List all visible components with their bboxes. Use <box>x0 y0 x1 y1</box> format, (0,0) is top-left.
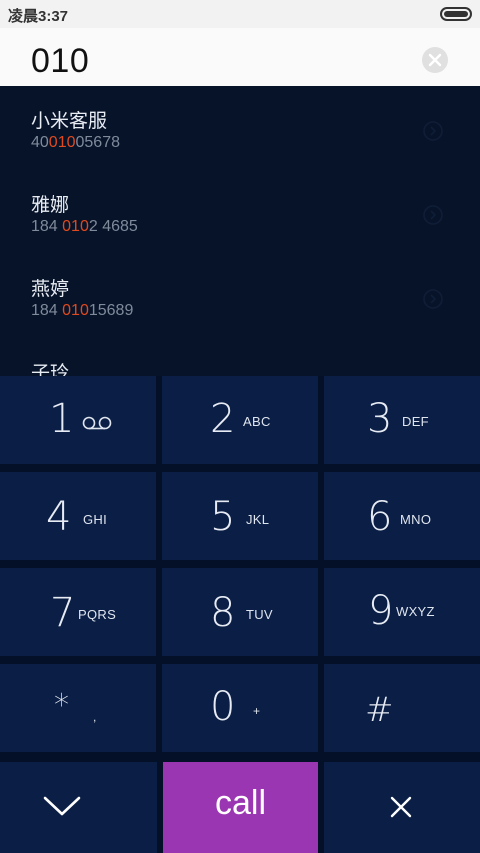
key-digit: 6 <box>367 494 393 540</box>
key-letters: DEF <box>402 414 429 429</box>
key-digit: 4 <box>46 494 72 540</box>
key-9[interactable]: 9 WXYZ <box>324 568 480 656</box>
contact-detail-arrow-icon[interactable] <box>422 288 444 310</box>
contact-results-list: 小米客服 4001005678 雅娜 184 0102 4685 燕婷 184 … <box>0 86 480 376</box>
contact-name: 子玲 <box>31 363 70 376</box>
key-sub-comma: , <box>93 710 97 724</box>
key-digit: 2 <box>210 396 236 442</box>
key-4[interactable]: 4 GHI <box>0 472 156 560</box>
dialed-number[interactable]: 010 <box>31 42 89 81</box>
call-button[interactable]: call <box>163 762 318 853</box>
number-match-highlight: 010 <box>62 302 89 319</box>
contact-name: 雅娜 <box>31 195 70 216</box>
key-0[interactable]: 0 + <box>162 664 318 752</box>
call-label: call <box>214 784 267 822</box>
dial-input-bar: 010 <box>0 28 480 86</box>
contact-row[interactable]: 雅娜 184 0102 4685 <box>0 170 480 254</box>
key-digit: 5 <box>210 494 236 540</box>
key-3[interactable]: 3 DEF <box>324 376 480 464</box>
status-time: 凌晨3:37 <box>8 8 69 25</box>
chevron-down-icon <box>43 796 81 816</box>
key-star[interactable]: * , <box>0 664 156 752</box>
delete-button[interactable] <box>324 762 480 853</box>
contact-number: 184 01015689 <box>31 302 134 319</box>
key-letters: WXYZ <box>396 604 435 619</box>
key-hash[interactable]: # <box>324 664 480 752</box>
key-digit: 0 <box>210 684 236 730</box>
contact-detail-arrow-icon[interactable] <box>422 204 444 226</box>
key-digit: # <box>365 690 394 730</box>
key-letters: PQRS <box>78 607 117 622</box>
key-digit: 7 <box>50 590 76 636</box>
key-digit: 3 <box>367 396 393 442</box>
key-sub-plus: + <box>253 704 261 718</box>
key-letters: ABC <box>243 414 271 429</box>
action-bar: call <box>0 762 480 853</box>
contact-number: 184 0102 4685 <box>31 218 138 235</box>
key-7[interactable]: 7 PQRS <box>0 568 156 656</box>
number-match-highlight: 010 <box>48 134 76 151</box>
contact-detail-arrow-icon[interactable] <box>422 120 444 142</box>
key-2[interactable]: 2 ABC <box>162 376 318 464</box>
contact-name: 燕婷 <box>31 279 70 300</box>
key-5[interactable]: 5 JKL <box>162 472 318 560</box>
contact-number: 4001005678 <box>31 134 120 151</box>
voicemail-icon <box>82 416 112 430</box>
key-letters: JKL <box>246 512 270 527</box>
key-digit: 1 <box>49 396 75 442</box>
status-bar: 凌晨3:37 <box>0 0 480 28</box>
key-letters: TUV <box>246 607 273 622</box>
key-1[interactable]: 1 <box>0 376 156 464</box>
dial-keypad: 1 2 ABC 3 DEF 4 GHI 5 JKL 6 MNO 7 PQRS 8… <box>0 376 480 762</box>
collapse-keypad-button[interactable] <box>0 762 157 853</box>
contact-row[interactable]: 燕婷 184 01015689 <box>0 254 480 338</box>
key-8[interactable]: 8 TUV <box>162 568 318 656</box>
clear-circle-x-icon[interactable] <box>421 46 449 74</box>
contact-row[interactable]: 子玲 <box>0 338 480 376</box>
key-digit: 9 <box>368 588 394 634</box>
key-letters: MNO <box>400 512 432 527</box>
key-digit: 8 <box>210 590 236 636</box>
battery-full-icon <box>440 7 472 21</box>
number-match-highlight: 010 <box>62 218 89 235</box>
close-x-icon <box>390 796 412 818</box>
contact-row[interactable]: 小米客服 4001005678 <box>0 86 480 170</box>
key-6[interactable]: 6 MNO <box>324 472 480 560</box>
contact-name: 小米客服 <box>31 111 108 132</box>
key-letters: GHI <box>83 512 108 527</box>
key-digit: * <box>54 688 69 723</box>
